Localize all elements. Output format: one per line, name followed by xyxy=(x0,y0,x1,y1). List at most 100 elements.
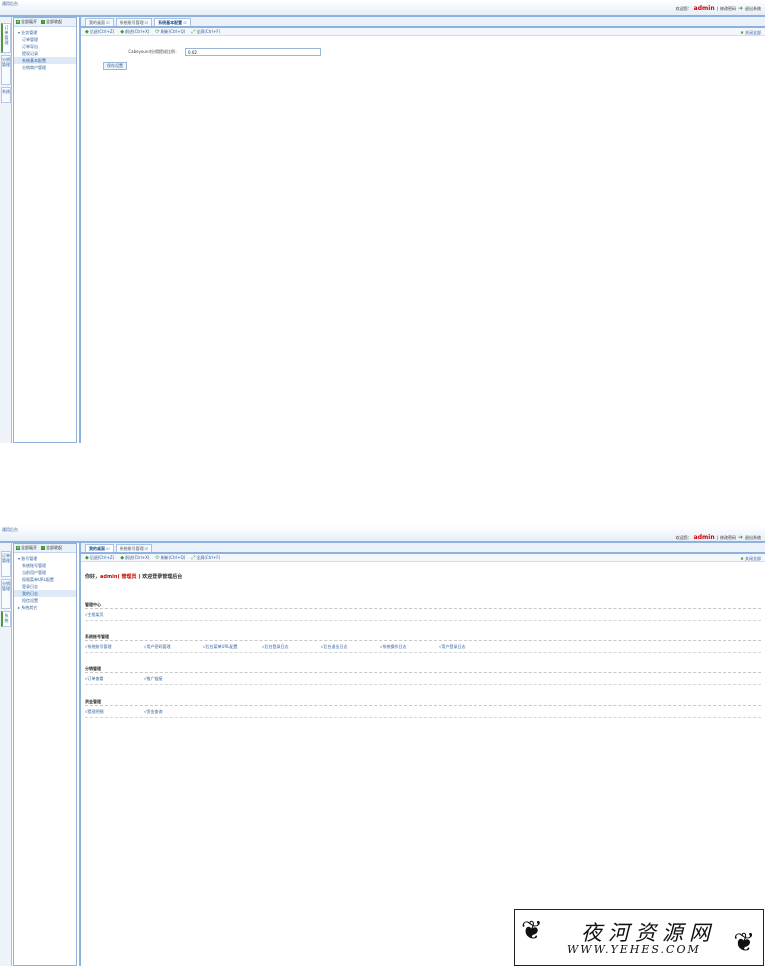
tree-group-accounts[interactable]: ▾ 账号管理 xyxy=(14,555,76,562)
tree-item-sms-settings[interactable]: 短信设置 xyxy=(14,597,76,604)
expand-all-button[interactable]: +全部展开 xyxy=(16,545,37,551)
logout-link[interactable]: 退出系统 xyxy=(745,535,761,541)
arrow-right-icon: ◆ xyxy=(120,554,125,561)
shortcut-link[interactable]: √用户密码管理 xyxy=(144,644,203,650)
close-all-button[interactable]: ✖ 关闭全部 xyxy=(740,30,761,36)
section-management-center: 管理中心 √主框架页 xyxy=(85,601,761,621)
welcome-label: 欢迎您： xyxy=(675,5,692,11)
arrow-left-icon: ◆ xyxy=(85,28,89,35)
tree-group-business[interactable]: ▾ 业务管理 xyxy=(14,29,76,36)
section-links: √订单查看 √推广链接 xyxy=(85,673,761,685)
minus-icon: - xyxy=(41,19,45,24)
collapse-all-button[interactable]: - 全部收起 xyxy=(41,545,62,551)
tree-item-merchant-management[interactable]: 分销商户管理 xyxy=(14,64,76,71)
watermark-badge: ❦ ❦ 夜河资源网 WWW.YEHES.COM xyxy=(514,909,764,966)
shortcut-link[interactable]: √后台退出日志 xyxy=(321,644,380,650)
section-links: √系统账号管理 √用户密码管理 √后台菜单URL配置 √后台登录日志 √后台退出… xyxy=(85,641,761,653)
left-menu-toolbar: +全部展开 - 全部收起 xyxy=(14,18,76,27)
refresh-icon: ⟳ xyxy=(155,554,160,561)
tree-item-orders[interactable]: 订单管理 xyxy=(14,36,76,43)
plus-icon: + xyxy=(16,19,20,24)
tree-item-system-accounts[interactable]: 系统账号管理 xyxy=(14,562,76,569)
tree-item-system-config[interactable]: 系统基本配置 xyxy=(14,57,76,64)
close-icon[interactable]: ☒ xyxy=(106,20,110,25)
commission-label: Cabeyound分佣提成比例： xyxy=(128,49,179,54)
tree-group-system-other[interactable]: ▸ 系统其它 xyxy=(14,604,76,611)
vtab-system[interactable]: 系统 xyxy=(1,611,11,627)
modify-password-link[interactable]: 修改密码 xyxy=(720,6,736,12)
shortcut-link[interactable]: √后台登录日志 xyxy=(262,644,321,650)
vtab-distribution[interactable]: 分销管理 xyxy=(1,579,11,609)
user-area: 欢迎您： admin | 修改密码 ➜ 退出系统 xyxy=(676,534,761,541)
fullscreen-button[interactable]: ⤢ 全屏(Ctrl+F) xyxy=(191,555,220,561)
section-account-management: 系统账号管理 √系统账号管理 √用户密码管理 √后台菜单URL配置 √后台登录日… xyxy=(85,633,761,653)
forward-button[interactable]: ◆ 前进(Ctrl+X) xyxy=(120,555,149,561)
shortcut-link[interactable]: √系统操作日志 xyxy=(380,644,439,650)
app-logo: 通用后台 xyxy=(2,1,18,6)
tree-item-withdraw-records[interactable]: 提现记录 xyxy=(14,50,76,57)
main-area: 我的桌面☒ 系统账号管理☒ 系统基本配置☒ ◆ 后退(Ctrl+Z) ◆ 前进(Ct… xyxy=(79,17,765,443)
close-icon[interactable]: ☒ xyxy=(106,546,110,551)
tree-item-my-log[interactable]: 我的日志 xyxy=(14,590,76,597)
shortcut-link[interactable]: √资金查询 xyxy=(144,709,203,715)
vertical-tab-bar: 订单管理 分销管理 系统 xyxy=(0,17,12,443)
tree-item-order-export[interactable]: 订单导出 xyxy=(14,43,76,50)
menu-tree: ▾ 业务管理 订单管理 订单导出 提现记录 系统基本配置 分销商户管理 xyxy=(14,27,76,71)
menu-tree: ▾ 账号管理 系统账号管理 当前用户管理 权限菜单URL配置 登录日志 我的日志… xyxy=(14,553,76,611)
back-button[interactable]: ◆ 后退(Ctrl+Z) xyxy=(85,29,114,35)
refresh-button[interactable]: ⟳ 刷新(Ctrl+Q) xyxy=(155,555,185,561)
welcome-label: 欢迎您： xyxy=(675,534,692,540)
screenshot-system-config: 通用后台 欢迎您： admin | 修改密码 ➜ 退出系统 订单管理 分销管理 … xyxy=(0,0,765,443)
tab-account-management[interactable]: 系统账号管理☒ xyxy=(115,544,153,552)
top-bar: 通用后台 欢迎您： admin | 修改密码 ➜ 退出系统 xyxy=(0,0,765,17)
close-icon: ✖ xyxy=(740,556,744,561)
logout-link[interactable]: 退出系统 xyxy=(745,6,761,12)
shortcut-link[interactable]: √用户登录日志 xyxy=(439,644,498,650)
fullscreen-button[interactable]: ⤢ 全屏(Ctrl+F) xyxy=(191,29,220,35)
save-settings-button[interactable]: 保存设置 xyxy=(103,62,127,70)
shortcut-link[interactable]: √提现明细 xyxy=(85,709,144,715)
refresh-icon: ⟳ xyxy=(155,28,160,35)
modify-password-link[interactable]: 修改密码 xyxy=(720,535,736,541)
vtab-distribution[interactable]: 分销管理 xyxy=(1,55,11,85)
username: admin xyxy=(693,5,715,12)
tree-item-login-log[interactable]: 登录日志 xyxy=(14,583,76,590)
tree-item-current-user[interactable]: 当前用户管理 xyxy=(14,569,76,576)
tab-strip: 我的桌面☒ 系统账号管理☒ 系统基本配置☒ xyxy=(81,17,765,28)
close-icon[interactable]: ☒ xyxy=(183,20,187,25)
shortcut-link[interactable]: √推广链接 xyxy=(144,676,203,682)
shortcut-link[interactable]: √订单查看 xyxy=(85,676,144,682)
tab-system-config[interactable]: 系统基本配置☒ xyxy=(154,18,191,26)
plus-icon: + xyxy=(16,545,20,550)
section-funds: 资金管理 √提现明细 √资金查询 xyxy=(85,698,761,718)
back-button[interactable]: ◆ 后退(Ctrl+Z) xyxy=(85,555,114,561)
tab-account-management[interactable]: 系统账号管理☒ xyxy=(115,18,153,26)
expand-all-button[interactable]: +全部展开 xyxy=(16,19,37,25)
ornament-right: ❦ xyxy=(733,928,755,958)
shortcut-link[interactable]: √主框架页 xyxy=(85,612,144,618)
vtab-system[interactable]: 系统 xyxy=(1,87,11,103)
vtab-orders[interactable]: 订单管理 xyxy=(1,23,11,53)
welcome-message: 你好，admin( 管理员 ) 欢迎登录管理后台 xyxy=(85,574,183,580)
section-distribution: 分销管理 √订单查看 √推广链接 xyxy=(85,665,761,685)
collapse-all-button[interactable]: - 全部收起 xyxy=(41,19,62,25)
commission-input[interactable] xyxy=(185,48,321,56)
tab-my-desktop[interactable]: 我的桌面☒ xyxy=(85,18,114,26)
shortcut-link[interactable]: √系统账号管理 xyxy=(85,644,144,650)
separator: | xyxy=(716,535,718,540)
minus-icon: - xyxy=(41,545,45,550)
tab-my-desktop[interactable]: 我的桌面☒ xyxy=(85,544,114,552)
shortcut-link[interactable]: √后台菜单URL配置 xyxy=(203,644,262,650)
section-links: √提现明细 √资金查询 xyxy=(85,706,761,718)
refresh-button[interactable]: ⟳ 刷新(Ctrl+Q) xyxy=(155,29,185,35)
fullscreen-icon: ⤢ xyxy=(191,28,196,35)
left-menu-toolbar: +全部展开 - 全部收起 xyxy=(14,544,76,553)
close-all-button[interactable]: ✖ 关闭全部 xyxy=(740,556,761,562)
username: admin xyxy=(693,534,715,541)
vtab-orders[interactable]: 订单管理 xyxy=(1,551,11,577)
tree-item-menu-url[interactable]: 权限菜单URL配置 xyxy=(14,576,76,583)
close-icon[interactable]: ☒ xyxy=(145,546,149,551)
section-links: √主框架页 xyxy=(85,609,761,621)
forward-button[interactable]: ◆ 前进(Ctrl+X) xyxy=(120,29,149,35)
close-icon[interactable]: ☒ xyxy=(145,20,149,25)
